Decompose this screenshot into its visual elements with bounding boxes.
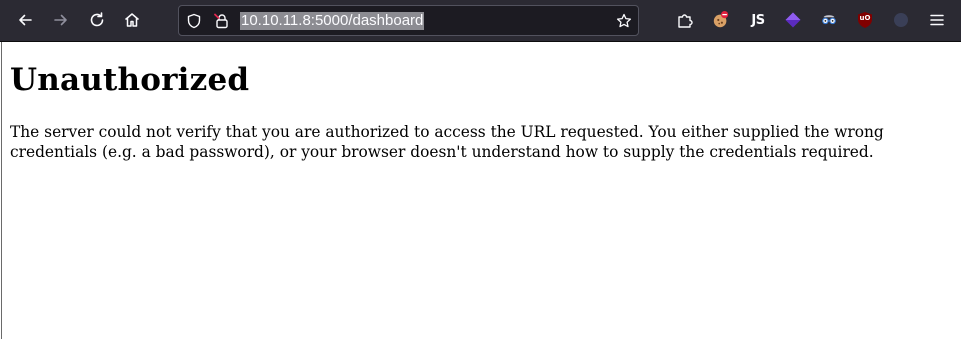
container-extension-icon [894,13,908,27]
reload-button[interactable] [82,5,112,35]
error-message: The server could not verify that you are… [10,123,884,161]
cookie-extension-icon [713,11,729,28]
purple-diamond-extension-icon [785,12,801,28]
insecure-lock-icon [214,13,228,29]
back-button[interactable] [10,5,40,35]
star-bookmark-icon [616,13,632,28]
spy-glasses-extension-button[interactable] [820,11,838,29]
url-bar[interactable]: 10.10.11.8:5000/dashboard [178,5,639,36]
js-extension-button[interactable]: JS [748,11,768,29]
forward-button[interactable] [46,5,76,35]
back-arrow-icon [19,14,32,26]
bookmark-button[interactable] [615,12,633,30]
shield-icon [187,13,201,29]
extensions-puzzle-icon [678,14,693,28]
ublock-origin-label: uO [859,14,871,22]
spy-glasses-extension-icon [822,15,836,25]
purple-diamond-extension-button[interactable] [784,11,802,29]
js-extension-icon: JS [751,12,765,28]
cookie-extension-button[interactable] [712,11,730,29]
tracking-protection-button[interactable] [185,12,203,30]
page-title: Unauthorized [10,62,250,98]
url-text[interactable]: 10.10.11.8:5000/dashboard [240,12,425,30]
forward-arrow-icon [54,14,67,26]
home-icon [125,13,139,27]
browser-toolbar: 10.10.11.8:5000/dashboard JS uO [0,0,961,42]
reload-icon [90,12,104,27]
menu-icon [930,14,944,26]
site-security-button[interactable] [213,12,231,30]
home-button[interactable] [117,5,147,35]
extensions-button[interactable] [676,11,694,29]
ublock-origin-button[interactable]: uO [856,11,874,29]
page-content: Unauthorized The server could not verify… [1,42,961,339]
menu-button[interactable] [928,11,946,29]
container-extension-button[interactable] [892,11,910,29]
